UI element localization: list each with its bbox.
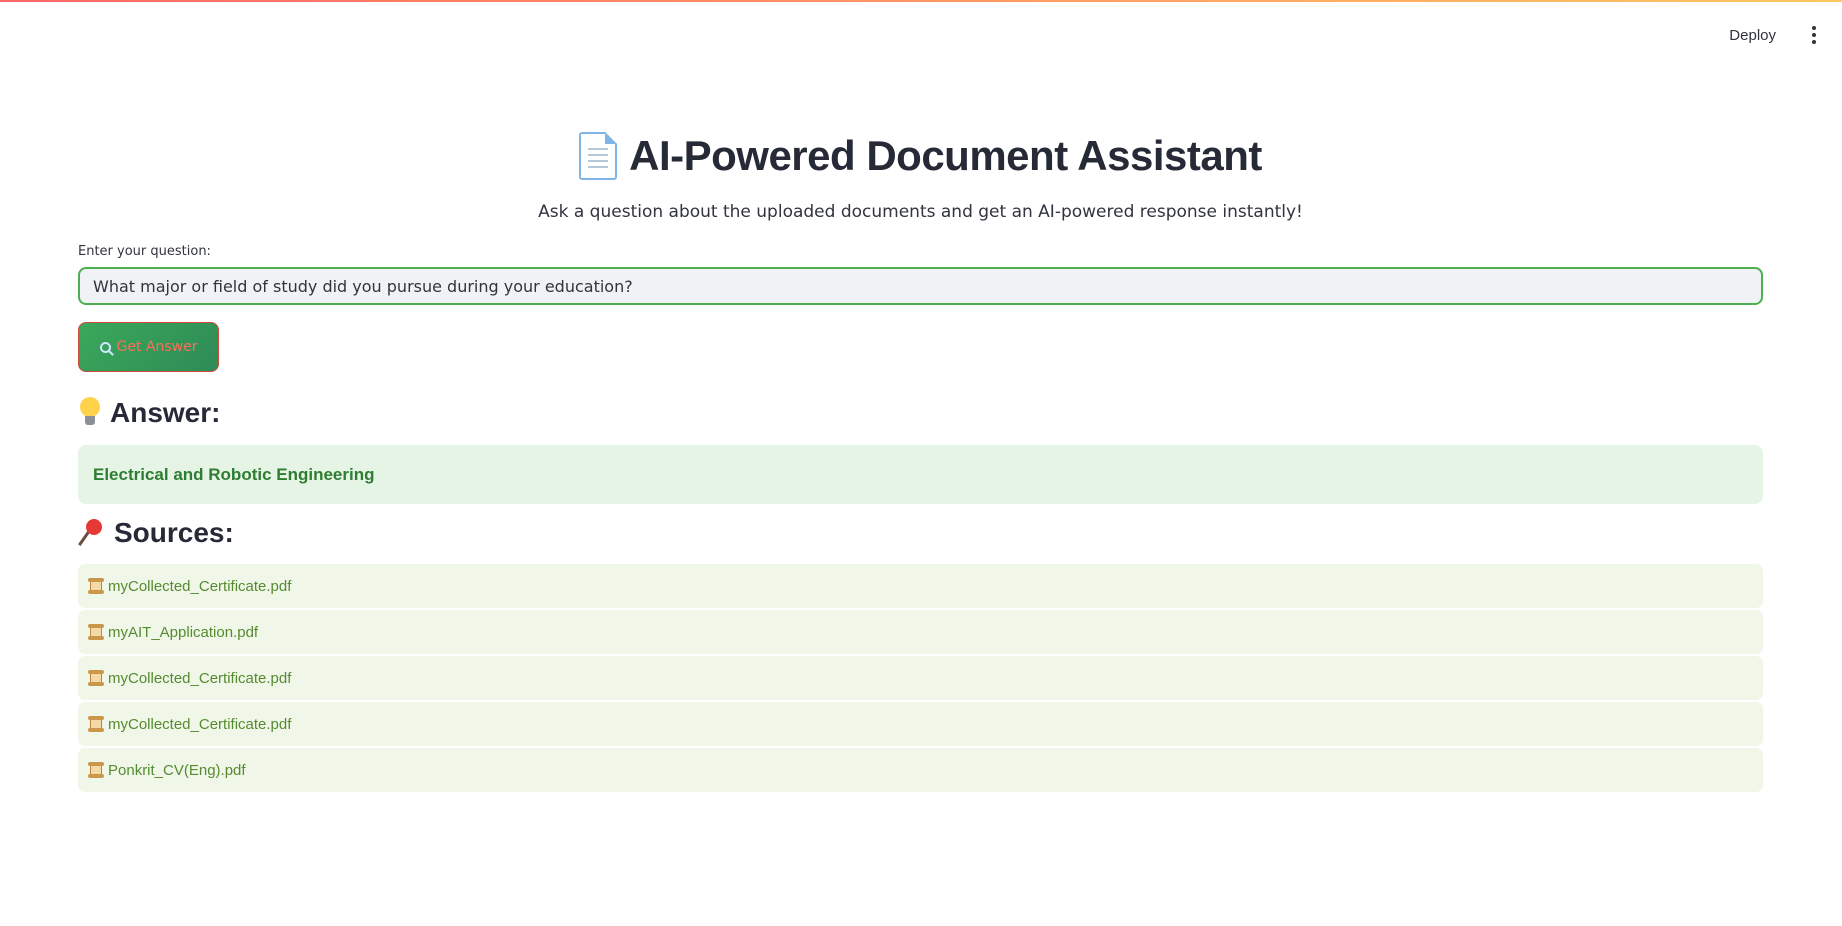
sources-heading: Sources: [78, 514, 1763, 552]
source-filename: Ponkrit_CV(Eng).pdf [108, 761, 246, 779]
source-filename: myCollected_Certificate.pdf [108, 715, 292, 733]
scroll-icon [88, 624, 104, 640]
title-row: AI-Powered Document Assistant [78, 120, 1763, 192]
get-answer-label: Get Answer [116, 339, 198, 355]
sources-heading-text: Sources: [114, 517, 234, 548]
search-icon [99, 341, 111, 353]
main-menu-button[interactable] [1800, 21, 1828, 49]
scroll-icon [88, 716, 104, 732]
main-content: AI-Powered Document Assistant Ask a ques… [78, 120, 1763, 794]
source-item[interactable]: myCollected_Certificate.pdf [78, 656, 1763, 700]
answer-text: Electrical and Robotic Engineering [93, 464, 375, 484]
deploy-button[interactable]: Deploy [1721, 21, 1784, 50]
kebab-menu-icon [1812, 26, 1816, 44]
page-title: AI-Powered Document Assistant [629, 132, 1262, 179]
scroll-icon [88, 762, 104, 778]
source-item[interactable]: Ponkrit_CV(Eng).pdf [78, 748, 1763, 792]
sources-list: myCollected_Certificate.pdf myAIT_Applic… [78, 564, 1763, 792]
document-icon [579, 132, 618, 180]
top-decoration-bar [0, 0, 1842, 2]
source-item[interactable]: myCollected_Certificate.pdf [78, 564, 1763, 608]
answer-box: Electrical and Robotic Engineering [78, 445, 1763, 504]
app-header: Deploy [1721, 0, 1842, 70]
source-filename: myCollected_Certificate.pdf [108, 669, 292, 687]
answer-heading-text: Answer: [110, 397, 221, 428]
get-answer-button[interactable]: Get Answer [78, 322, 219, 372]
question-label: Enter your question: [78, 244, 211, 259]
source-item[interactable]: myAIT_Application.pdf [78, 610, 1763, 654]
scroll-icon [88, 578, 104, 594]
pushpin-icon [78, 517, 106, 549]
light-bulb-icon [78, 397, 102, 429]
source-item[interactable]: myCollected_Certificate.pdf [78, 702, 1763, 746]
scroll-icon [88, 670, 104, 686]
answer-heading: Answer: [78, 394, 1763, 432]
page-subtitle: Ask a question about the uploaded docume… [538, 202, 1303, 222]
source-filename: myCollected_Certificate.pdf [108, 577, 292, 595]
source-filename: myAIT_Application.pdf [108, 623, 259, 641]
question-input[interactable] [78, 267, 1763, 305]
